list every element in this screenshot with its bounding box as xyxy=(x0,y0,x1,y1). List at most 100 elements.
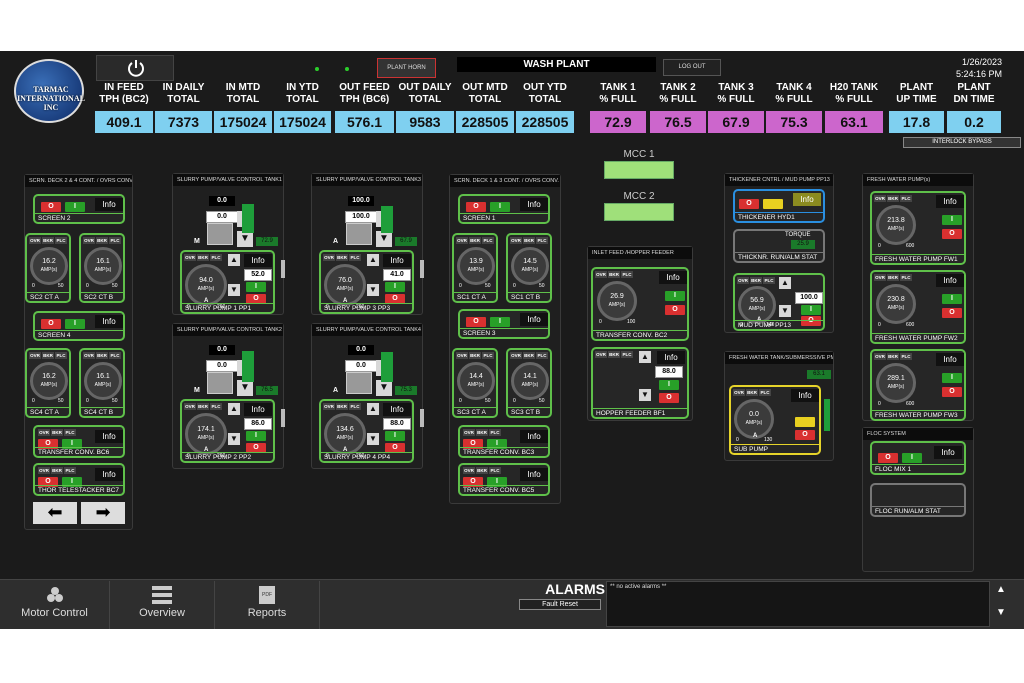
bc5-info-button[interactable]: Info xyxy=(520,468,548,481)
bf1-stop-button[interactable]: O xyxy=(659,393,679,403)
pp2-scrollbar[interactable] xyxy=(281,409,285,427)
motor-fw3[interactable]: OVR BKR PLC 289.1 AMP(s) 0 600 Info I O FRESH WATE… xyxy=(870,349,966,421)
pp2-info-button[interactable]: Info xyxy=(244,403,272,416)
motor-screen2[interactable]: O I Info SCREEN 2 xyxy=(33,194,125,224)
sub-info-button[interactable]: Info xyxy=(791,389,819,402)
screen4-stop-button[interactable]: O xyxy=(41,319,61,329)
motor-sc3a[interactable]: OVR BKR PLC 14.4 AMP(s) 0 50 SC3 CT A xyxy=(452,348,498,418)
tank2-valve-icon[interactable] xyxy=(207,372,233,394)
motor-sc2a[interactable]: OVR BKR PLC 16.2 AMP(s) 0 50 SC2 CT A xyxy=(25,233,71,303)
bc2-stop-button[interactable]: O xyxy=(665,305,685,315)
tank1-valve-down-arrow[interactable]: ▼ xyxy=(237,231,253,247)
motor-pp4[interactable]: OVR BKR PLC 134.6 AMP(s) 0 260 A ▲ ▼ Info 88.0 I O SLU… xyxy=(319,399,424,463)
motor-bf1[interactable]: OVR BKR PLC Info 88.0 ▲ ▼ I O HOPPER FEEDER BF1 xyxy=(591,347,689,419)
bc2-info-button[interactable]: Info xyxy=(659,271,687,284)
pp4-setpoint[interactable]: 88.0 xyxy=(383,418,411,430)
screen3-stop-button[interactable]: O xyxy=(466,317,486,327)
motor-bc3[interactable]: OVR BKR PLC O I Info TRANSFER CONV. BC3 xyxy=(458,425,550,458)
tank2-valve2-value[interactable]: 0.0 xyxy=(206,360,238,372)
motor-bc7[interactable]: OVR BKR PLC O I Info THOR TELESTACKER BC7 xyxy=(33,463,125,496)
fw2-run-button[interactable]: I xyxy=(942,294,962,304)
screen4-info-button[interactable]: Info xyxy=(95,315,123,328)
motor-fw2[interactable]: OVR BKR PLC 230.8 AMP(s) 0 600 Info I O FRESH WATE… xyxy=(870,270,966,344)
mcc-2[interactable]: MCC 2 xyxy=(604,191,674,221)
motor-pp1[interactable]: OVR BKR PLC 94.0 AMP(s) 0 260 A ▲ ▼ Info 52.0 I O SLUR… xyxy=(180,250,285,314)
pp3-scrollbar[interactable] xyxy=(420,260,424,278)
pp13-setpoint[interactable]: 100.0 xyxy=(795,292,823,304)
nav-reports[interactable]: PDF Reports xyxy=(215,581,320,629)
pp4-run-button[interactable]: I xyxy=(385,431,405,441)
tank3-valve2-value[interactable]: 100.0 xyxy=(345,211,377,223)
plant-horn-button[interactable]: PLANT HORN xyxy=(377,58,436,78)
motor-pp13[interactable]: OVR BKR PLC 56.9 AMP(s) 0 140 A ▲ ▼ 100.0 I O MUD PUM… xyxy=(733,273,825,331)
bc7-info-button[interactable]: Info xyxy=(95,468,123,481)
fw1-info-button[interactable]: Info xyxy=(936,195,964,208)
nav-motor-control[interactable]: Motor Control xyxy=(0,581,110,629)
motor-bc5[interactable]: OVR BKR PLC O I Info TRANSFER CONV. BC5 xyxy=(458,463,550,496)
pp4-info-button[interactable]: Info xyxy=(383,403,411,416)
hyd1-stop-button[interactable]: O xyxy=(739,199,759,209)
tank3-valve-icon[interactable] xyxy=(346,223,372,245)
sub-stop-button[interactable]: O xyxy=(795,430,815,440)
hyd1-info-button[interactable]: Info xyxy=(793,193,821,206)
pp3-run-button[interactable]: I xyxy=(385,282,405,292)
screen2-info-button[interactable]: Info xyxy=(95,198,123,211)
screen2-run-button[interactable]: I xyxy=(65,202,85,212)
motor-hyd1[interactable]: O Info THICKENER HYD1 xyxy=(733,189,825,223)
pp2-sp-up-arrow[interactable]: ▲ xyxy=(228,403,240,415)
bf1-sp-down-arrow[interactable]: ▼ xyxy=(639,389,651,401)
logout-button[interactable]: LOG OUT xyxy=(663,59,721,76)
nav-overview[interactable]: Overview xyxy=(110,581,215,629)
interlock-bypass-button[interactable]: INTERLOCK BYPASS xyxy=(903,137,1021,148)
floc1-run-button[interactable]: I xyxy=(902,453,922,463)
fw1-stop-button[interactable]: O xyxy=(942,229,962,239)
bf1-run-button[interactable]: I xyxy=(659,380,679,390)
pp3-info-button[interactable]: Info xyxy=(383,254,411,267)
screen3-run-button[interactable]: I xyxy=(490,317,510,327)
pp1-info-button[interactable]: Info xyxy=(244,254,272,267)
hyd1-yellow-button[interactable] xyxy=(763,199,783,209)
bc3-info-button[interactable]: Info xyxy=(520,430,548,443)
screen2-stop-button[interactable]: O xyxy=(41,202,61,212)
bf1-setpoint[interactable]: 88.0 xyxy=(655,366,683,378)
motor-floc1[interactable]: O I Info FLOC MIX 1 xyxy=(870,441,966,475)
alarm-scroll-down-icon[interactable]: ▼ xyxy=(996,607,1006,618)
bc2-run-button[interactable]: I xyxy=(665,291,685,301)
pp3-setpoint[interactable]: 41.0 xyxy=(383,269,411,281)
pp2-sp-down-arrow[interactable]: ▼ xyxy=(228,433,240,445)
pp4-scrollbar[interactable] xyxy=(420,409,424,427)
screen4-run-button[interactable]: I xyxy=(65,319,85,329)
motor-fw1[interactable]: OVR BKR PLC 213.8 AMP(s) 0 600 Info I O FRESH WATE… xyxy=(870,191,966,265)
tank4-valve-down-arrow[interactable]: ▼ xyxy=(376,380,392,396)
bf1-sp-up-arrow[interactable]: ▲ xyxy=(639,351,651,363)
motor-sub[interactable]: OVR BKR PLC 0.0 AMP(s) 0 130 A Info O SUB PUMP xyxy=(729,385,821,455)
screen1-run-button[interactable]: I xyxy=(490,202,510,212)
tank2-valve-down-arrow[interactable]: ▼ xyxy=(237,380,253,396)
screen1-stop-button[interactable]: O xyxy=(466,202,486,212)
floc1-info-button[interactable]: Info xyxy=(934,446,962,459)
mcc-1[interactable]: MCC 1 xyxy=(604,149,674,179)
nav-left-arrow-button[interactable]: ⬅ xyxy=(33,502,77,524)
pp1-run-button[interactable]: I xyxy=(246,282,266,292)
pp1-setpoint[interactable]: 52.0 xyxy=(244,269,272,281)
pp2-run-button[interactable]: I xyxy=(246,431,266,441)
motor-screen1[interactable]: O I Info SCREEN 1 xyxy=(458,194,550,224)
motor-sc1a[interactable]: OVR BKR PLC 13.9 AMP(s) 0 50 SC1 CT A xyxy=(452,233,498,303)
fw3-run-button[interactable]: I xyxy=(942,373,962,383)
motor-sc3b[interactable]: OVR BKR PLC 14.1 AMP(s) 0 50 SC3 CT B xyxy=(506,348,552,418)
nav-right-arrow-button[interactable]: ➡ xyxy=(81,502,125,524)
motor-sc4b[interactable]: OVR BKR PLC 16.1 AMP(s) 0 50 SC4 CT B xyxy=(79,348,125,418)
tank3-valve-down-arrow[interactable]: ▼ xyxy=(376,231,392,247)
floc1-stop-button[interactable]: O xyxy=(878,453,898,463)
pp2-setpoint[interactable]: 86.0 xyxy=(244,418,272,430)
pp4-sp-up-arrow[interactable]: ▲ xyxy=(367,403,379,415)
motor-pp2[interactable]: OVR BKR PLC 174.1 AMP(s) 0 260 A ▲ ▼ Info 86.0 I O SLU… xyxy=(180,399,285,463)
fw3-stop-button[interactable]: O xyxy=(942,387,962,397)
fw2-info-button[interactable]: Info xyxy=(936,274,964,287)
fw2-stop-button[interactable]: O xyxy=(942,308,962,318)
fault-reset-button[interactable]: Fault Reset xyxy=(519,599,601,610)
tank4-valve-icon[interactable] xyxy=(346,372,372,394)
pp1-sp-down-arrow[interactable]: ▼ xyxy=(228,284,240,296)
pp1-scrollbar[interactable] xyxy=(281,260,285,278)
bf1-info-button[interactable]: Info xyxy=(657,351,685,364)
